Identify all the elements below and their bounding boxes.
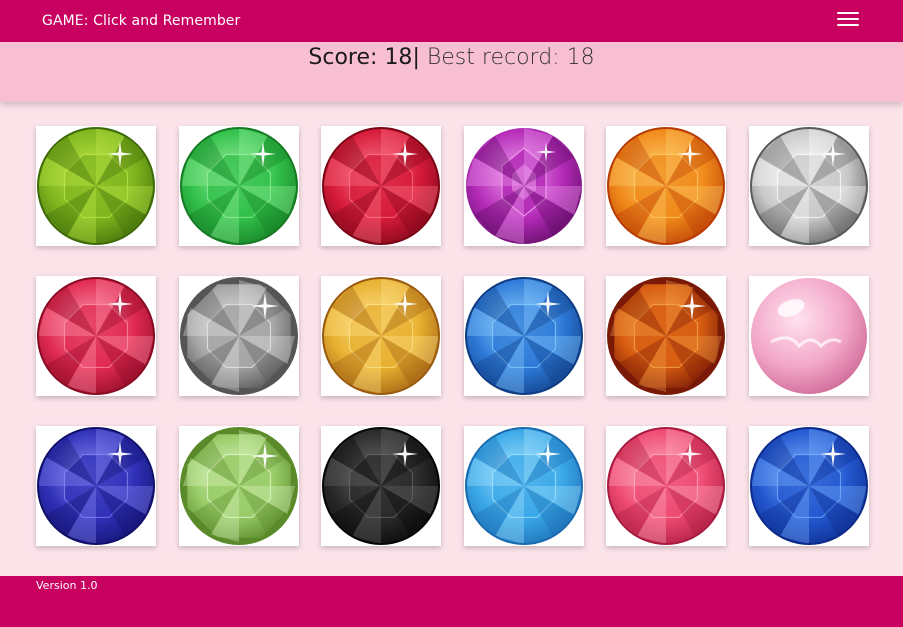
purple-gem-icon [465,128,582,244]
pink-tourmaline-gem-icon [607,427,726,545]
score-separator: | [412,45,420,70]
gem-card[interactable] [748,426,869,546]
gem-card-grid [36,126,869,546]
gem-card[interactable] [748,276,869,396]
gem-card[interactable] [36,126,156,246]
aquamarine-gem-icon [464,427,583,545]
gem-card[interactable] [36,426,156,546]
gem-card[interactable] [178,426,299,546]
diamond-gem-icon [749,127,868,245]
game-title: GAME: Click and Remember [42,13,241,29]
gem-card[interactable] [606,276,727,396]
sapphire-gem-icon [37,427,155,545]
gem-card[interactable] [178,276,299,396]
pale-green-gem-icon [179,427,298,545]
version-label: Version 1.0 [36,579,98,592]
pink-ruby-gem-icon [37,277,155,395]
emerald-gem-icon [179,127,298,245]
gem-card[interactable] [748,126,869,246]
blue-gem-icon [464,277,583,395]
gem-card[interactable] [463,276,584,396]
footer: Version 1.0 [0,576,903,627]
green-gem-icon [37,127,155,245]
best-record-value: 18 [566,45,595,70]
score-label: Score: [308,45,378,70]
golden-gem-icon [322,277,441,395]
pink-pearl-icon [750,278,867,394]
gem-card[interactable] [321,276,442,396]
gem-card[interactable] [606,126,727,246]
gem-card[interactable] [321,126,442,246]
gem-card[interactable] [463,426,584,546]
ruby-gem-icon [322,127,441,245]
blue-topaz-gem-icon [749,427,868,545]
scoreboard: Score: 18| Best record: 18 [0,42,903,102]
top-navbar: GAME: Click and Remember [0,0,903,42]
gem-card[interactable] [321,426,442,546]
gem-card[interactable] [178,126,299,246]
silver-gem-icon [179,277,298,395]
orange-gem-icon [607,127,726,245]
amber-gem-icon [607,277,726,395]
score-value: 18 [384,45,413,70]
gem-card[interactable] [36,276,156,396]
gem-card[interactable] [463,126,584,246]
best-record-label: Best record: [426,45,560,70]
hamburger-menu-icon[interactable] [837,12,859,30]
black-gem-icon [322,427,441,545]
gem-card[interactable] [606,426,727,546]
